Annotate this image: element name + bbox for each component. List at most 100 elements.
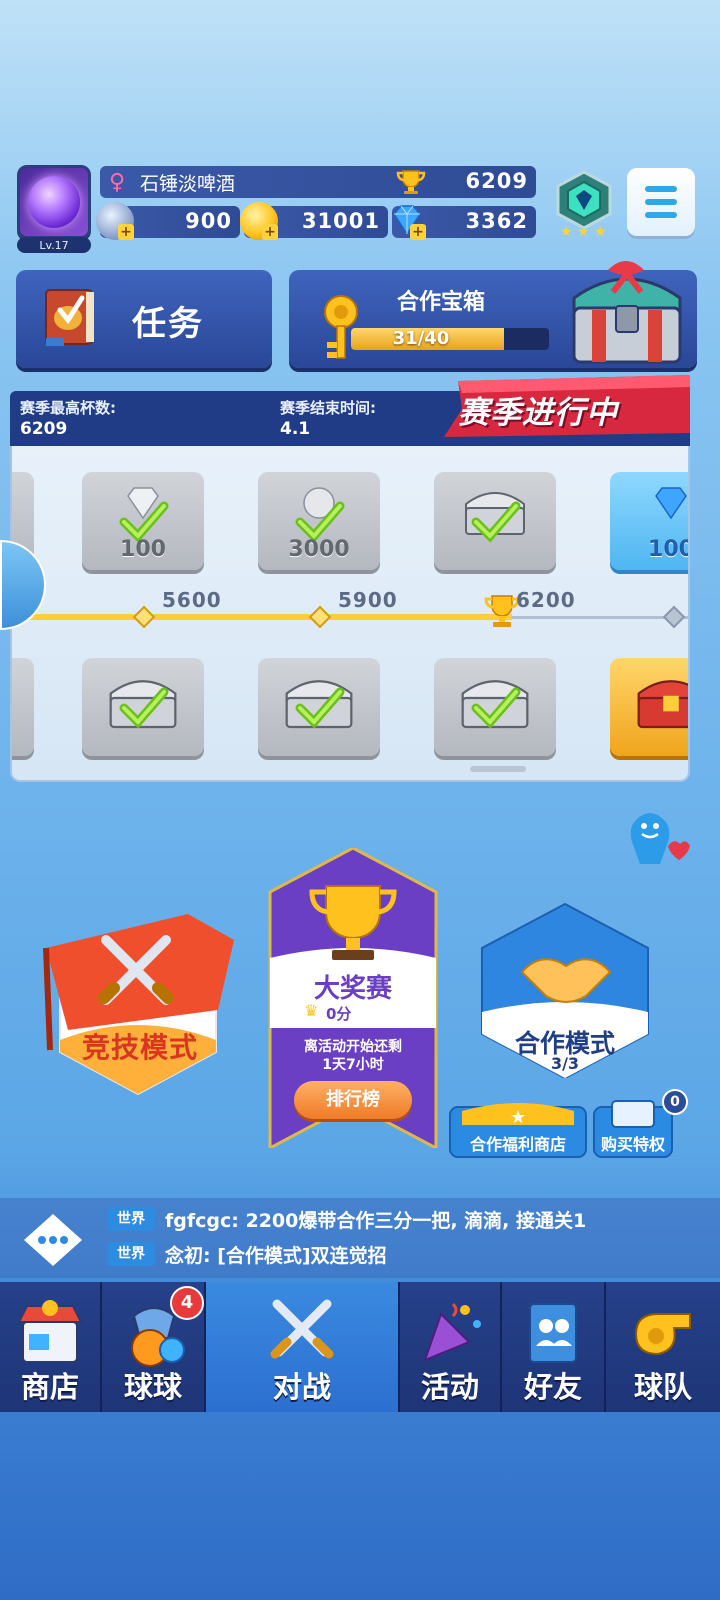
nav-friends[interactable]: 好友 [502,1282,606,1412]
nav-battle[interactable]: 对战 [206,1282,400,1412]
menu-line [645,199,677,205]
progress-node [662,605,686,629]
coop-mode-button[interactable]: 合作模式 3/3 [478,902,652,1078]
grand-prix-panel[interactable]: ♛ 大奖赛 0分 离活动开始还剩 1天7小时 排行榜 [268,848,438,1148]
check-icon [471,687,521,728]
season-progress-line [12,614,512,620]
coop-shop-label: 合作福利商店 [469,1135,566,1154]
check-icon [119,501,169,542]
star-currency-value: 900 [185,209,232,233]
threshold-label: 5900 [338,588,398,612]
check-icon [119,687,169,728]
competitive-mode-button[interactable]: 竞技模式 [38,900,238,1098]
svg-text:★: ★ [560,224,573,238]
menu-button[interactable] [627,168,695,236]
friends-book-icon [529,1303,577,1363]
season-max-cups-value: 6209 [20,419,68,439]
competitive-mode-label: 竞技模式 [82,1031,199,1064]
chat-message[interactable]: 世界 念初: [合作模式]双连觉招 [107,1241,387,1267]
svg-text:★: ★ [594,224,607,238]
player-name-bar[interactable]: ♀ 石锤淡啤酒 6209 [100,166,536,198]
buy-privilege-button[interactable]: 购买特权 [592,1097,674,1159]
world-channel-tag: 世界 [107,1207,155,1231]
menu-line [645,186,677,192]
coop-shop-button[interactable]: ★ 合作福利商店 [448,1097,588,1159]
quest-book-icon [45,289,94,346]
scroll-indicator[interactable] [470,766,526,772]
world-channel-tag: 世界 [107,1242,155,1266]
rank-badge-icon[interactable]: ★ ★ ★ [548,170,620,238]
progress-node [308,605,332,629]
clover-currency-bar[interactable]: + 31001 [240,202,388,240]
coop-chest-title: 合作宝箱 [397,290,486,315]
nav-activity[interactable]: 活动 [400,1282,502,1412]
nav-label: 好友 [523,1370,582,1404]
reward-card[interactable] [82,658,204,756]
chat-text: fgfcgc: 2200爆带合作三分一把, 滴滴, 接通关1 [165,1209,587,1232]
nav-label: 球球 [123,1370,182,1404]
privilege-count-badge: 0 [662,1089,688,1115]
player-avatar[interactable] [17,165,91,239]
season-max-cups-label: 赛季最高杯数: [20,399,116,417]
nav-label: 商店 [20,1370,79,1404]
trophy-icon [396,170,426,194]
reward-card[interactable]: 3000 [258,472,380,570]
reward-card[interactable]: 100 [610,472,688,570]
coop-mode-count: 3/3 [550,1054,580,1073]
competitive-mode-icon [43,914,234,1096]
butterfly-orb-icon [28,176,80,228]
helper-mascot-icon[interactable] [618,806,690,868]
reward-card[interactable] [434,658,556,756]
season-status: 赛季进行中 [458,395,618,431]
svg-text:★: ★ [510,1107,526,1128]
grand-prix-note-line: 离活动开始还剩 [304,1039,402,1055]
season-end-value: 4.1 [280,419,311,439]
check-icon [295,687,345,728]
reward-amount: 100 [120,537,166,562]
nav-balls[interactable]: 球球 4 [102,1282,206,1412]
nav-label: 球队 [633,1370,692,1404]
gem-currency-value: 3362 [465,209,528,233]
leaderboard-button[interactable]: 排行榜 [294,1081,412,1119]
level-tag: Lv.17 [17,237,91,253]
check-icon [471,501,521,542]
reward-card[interactable] [258,658,380,756]
player-name: 石锤淡啤酒 [140,172,236,195]
reward-card[interactable] [434,472,556,570]
crossed-swords-icon [270,1299,334,1359]
add-gem-icon[interactable]: + [410,224,426,240]
chat-text: 念初: [合作模式]双连觉招 [165,1244,387,1267]
season-reward-track[interactable]: 100 3000 100 40 5600 5900 6200 [10,446,690,782]
chat-message[interactable]: 世界 fgfcgc: 2200爆带合作三分一把, 滴滴, 接通关1 [107,1206,586,1232]
gem-currency-bar[interactable]: + 3362 [392,205,536,240]
season-end-label: 赛季结束时间: [280,399,376,417]
golden-key-icon [324,295,358,359]
coop-chest-progress: 31/40 [351,328,549,350]
add-star-icon[interactable]: + [118,224,134,240]
season-header: 赛季最高杯数: 6209 赛季结束时间: 4.1 赛季进行中 [10,375,690,446]
task-button[interactable]: 任务 [16,270,272,368]
svg-text:★: ★ [577,224,590,238]
star-currency-bar[interactable]: + 900 [96,202,240,240]
trophy-count: 6209 [465,169,528,193]
task-label: 任务 [132,304,204,344]
progress-node [132,605,156,629]
grand-prix-note-line: 1天7小时 [322,1057,384,1073]
reward-amount: 3000 [288,537,350,562]
grand-prix-score: 0分 [326,1005,352,1023]
nav-label: 对战 [272,1370,331,1404]
grand-prix-countdown: 离活动开始还剩 1天7小时 [268,1038,438,1074]
bottom-nav: 商店 球球 4 对战 活动 好友 球队 [0,1282,720,1412]
nav-shop[interactable]: 商店 [0,1282,102,1412]
shop-icon [17,1300,83,1363]
menu-line [645,212,677,218]
reward-card[interactable] [610,658,688,756]
reward-card[interactable]: 100 [82,472,204,570]
red-chest-icon [637,680,688,729]
reward-card[interactable] [12,658,34,756]
add-clover-icon[interactable]: + [262,224,278,240]
coop-treasure-chest-icon[interactable] [556,250,698,370]
clover-currency-value: 31001 [301,209,380,233]
nav-team[interactable]: 球队 [606,1282,720,1412]
chat-bubble-icon[interactable] [22,1212,84,1268]
